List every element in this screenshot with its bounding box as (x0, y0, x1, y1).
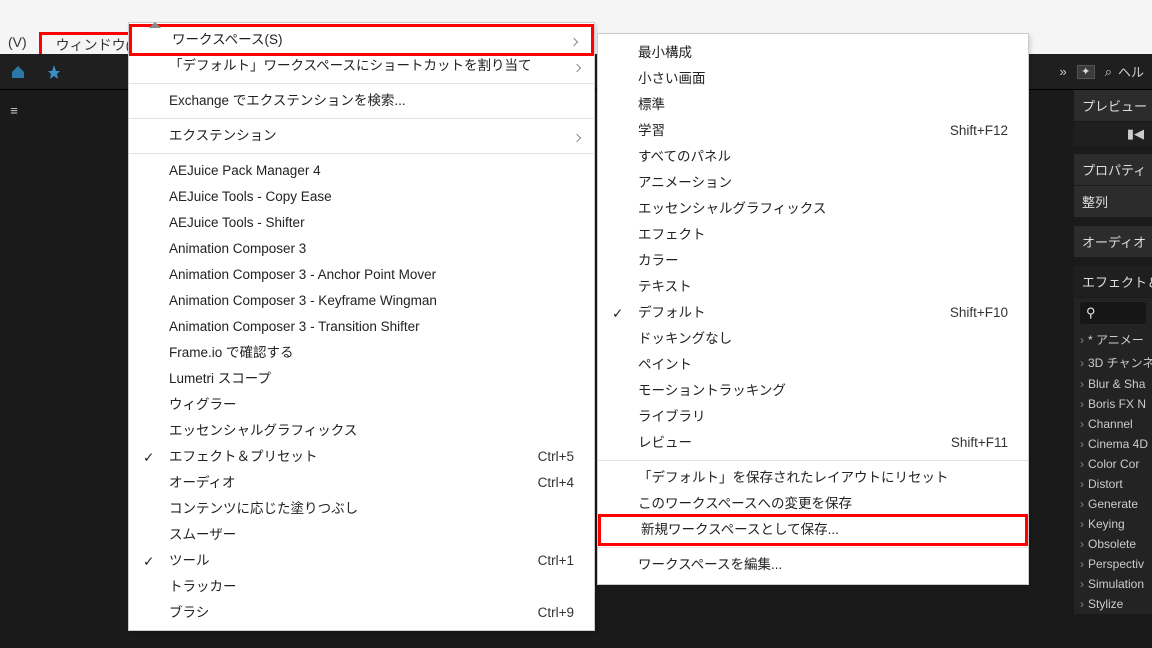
menu-assign-shortcut[interactable]: 「デフォルト」ワークスペースにショートカットを割り当て (129, 53, 594, 79)
ws-effects[interactable]: エフェクト (598, 222, 1028, 248)
list-item[interactable]: 3D チャンネ (1074, 351, 1152, 374)
help-search[interactable]: ⌕ ヘル (1105, 62, 1144, 81)
ws-allpanels[interactable]: すべてのパネル (598, 144, 1028, 170)
menu-aejuice-shifter[interactable]: AEJuice Tools - Shifter (129, 210, 594, 236)
menu-ac3[interactable]: Animation Composer 3 (129, 236, 594, 262)
panel-align[interactable]: 整列 (1074, 186, 1152, 218)
search-icon: ⚲ (1086, 305, 1096, 321)
ws-text[interactable]: テキスト (598, 274, 1028, 300)
ws-small[interactable]: 小さい画面 (598, 66, 1028, 92)
ws-library[interactable]: ライブラリ (598, 404, 1028, 430)
panel-property[interactable]: プロパティ (1074, 154, 1152, 186)
menu-tracker[interactable]: トラッカー (129, 574, 594, 600)
list-item[interactable]: Blur & Sha (1074, 374, 1152, 394)
window-menu: ワークスペース(S) 「デフォルト」ワークスペースにショートカットを割り当て E… (128, 22, 595, 631)
list-item[interactable]: Boris FX N (1074, 394, 1152, 414)
search-icon: ⌕ (1105, 64, 1112, 80)
ws-save-new[interactable]: 新規ワークスペースとして保存... (601, 517, 1025, 543)
ws-standard[interactable]: 標準 (598, 92, 1028, 118)
ws-essential-gfx[interactable]: エッセンシャルグラフィックス (598, 196, 1028, 222)
list-item[interactable]: Distort (1074, 474, 1152, 494)
menu-essential-gfx[interactable]: エッセンシャルグラフィックス (129, 418, 594, 444)
ws-nodock[interactable]: ドッキングなし (598, 326, 1028, 352)
menu-lumetri[interactable]: Lumetri スコープ (129, 366, 594, 392)
list-item[interactable]: Generate (1074, 494, 1152, 514)
skip-end-icon[interactable]: ▮◀ (1127, 126, 1144, 142)
ws-review[interactable]: レビューShift+F11 (598, 430, 1028, 456)
menu-tools[interactable]: ✓ツールCtrl+1 (129, 548, 594, 574)
workspace-submenu: 最小構成 小さい画面 標準 学習Shift+F12 すべてのパネル アニメーショ… (597, 33, 1029, 585)
list-item[interactable]: Simulation (1074, 574, 1152, 594)
list-item[interactable]: Keying (1074, 514, 1152, 534)
ws-default[interactable]: ✓デフォルトShift+F10 (598, 300, 1028, 326)
panel-audio[interactable]: オーディオ (1074, 226, 1152, 258)
list-item[interactable]: Obsolete (1074, 534, 1152, 554)
menu-exchange[interactable]: Exchange でエクステンションを検索... (129, 88, 594, 114)
settings-icon[interactable]: ✦ (1077, 65, 1095, 79)
ws-learn[interactable]: 学習Shift+F12 (598, 118, 1028, 144)
ws-minimal[interactable]: 最小構成 (598, 40, 1028, 66)
panel-preview[interactable]: プレビュー (1074, 90, 1152, 122)
list-item[interactable]: Perspectiv (1074, 554, 1152, 574)
ws-color[interactable]: カラー (598, 248, 1028, 274)
menu-wiggler[interactable]: ウィグラー (129, 392, 594, 418)
home-icon[interactable] (0, 54, 36, 90)
panel-effects[interactable]: エフェクト＆ (1074, 266, 1152, 298)
menu-audio[interactable]: オーディオCtrl+4 (129, 470, 594, 496)
ws-animation[interactable]: アニメーション (598, 170, 1028, 196)
help-search-label: ヘル (1118, 62, 1144, 81)
menu-v[interactable]: (V) (0, 32, 35, 52)
menu-ac3-transition[interactable]: Animation Composer 3 - Transition Shifte… (129, 314, 594, 340)
menu-ac3-keyframe[interactable]: Animation Composer 3 - Keyframe Wingman (129, 288, 594, 314)
list-item[interactable]: Stylize (1074, 594, 1152, 614)
list-item[interactable]: * アニメー (1074, 328, 1152, 351)
menu-aejuice-pm4[interactable]: AEJuice Pack Manager 4 (129, 158, 594, 184)
menu-brush[interactable]: ブラシCtrl+9 (129, 600, 594, 626)
menu-workspace[interactable]: ワークスペース(S) (132, 27, 591, 53)
menu-ac3-anchor[interactable]: Animation Composer 3 - Anchor Point Move… (129, 262, 594, 288)
menu-content-fill[interactable]: コンテンツに応じた塗りつぶし (129, 496, 594, 522)
menu-aejuice-copyease[interactable]: AEJuice Tools - Copy Ease (129, 184, 594, 210)
ws-reset[interactable]: 「デフォルト」を保存されたレイアウトにリセット (598, 465, 1028, 491)
effects-search[interactable]: ⚲ (1080, 302, 1146, 324)
ws-motiontrack[interactable]: モーショントラッキング (598, 378, 1028, 404)
panel-menu-icon[interactable]: ≡ (0, 100, 28, 120)
menu-effects-presets[interactable]: ✓エフェクト＆プリセットCtrl+5 (129, 444, 594, 470)
ws-save-changes[interactable]: このワークスペースへの変更を保存 (598, 491, 1028, 517)
menu-extension[interactable]: エクステンション (129, 123, 594, 149)
right-panel-stack: プレビュー ▮◀ プロパティ 整列 オーディオ エフェクト＆ ⚲ * アニメー … (1074, 90, 1152, 614)
list-item[interactable]: Color Cor (1074, 454, 1152, 474)
menu-frameio[interactable]: Frame.io で確認する (129, 340, 594, 366)
list-item[interactable]: Cinema 4D (1074, 434, 1152, 454)
list-item[interactable]: Channel (1074, 414, 1152, 434)
chevron-down-icon[interactable]: » (1059, 64, 1066, 79)
ws-edit[interactable]: ワークスペースを編集... (598, 552, 1028, 578)
menu-smoother[interactable]: スムーザー (129, 522, 594, 548)
pin-icon[interactable] (36, 54, 72, 90)
ws-paint[interactable]: ペイント (598, 352, 1028, 378)
